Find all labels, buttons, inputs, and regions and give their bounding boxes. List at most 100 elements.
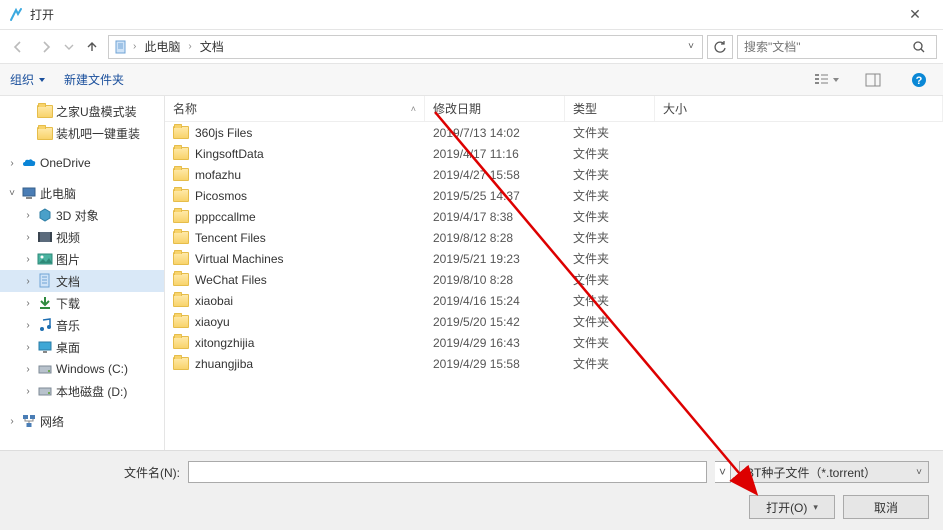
tree-caret-icon[interactable]: › <box>22 386 34 397</box>
sidebar-item[interactable]: › 网络 <box>0 410 164 432</box>
up-button[interactable] <box>80 35 104 59</box>
tree-caret-icon[interactable]: › <box>22 342 34 353</box>
file-row[interactable]: zhuangjiba2019/4/29 15:58文件夹 <box>165 353 943 374</box>
file-type: 文件夹 <box>565 271 655 288</box>
column-name[interactable]: 名称 ˄ <box>165 96 425 121</box>
sidebar-item[interactable]: ˅此电脑 <box>0 182 164 204</box>
sidebar-item[interactable]: 装机吧一键重装 <box>0 122 164 144</box>
search-icon[interactable] <box>912 40 936 54</box>
folder-icon <box>173 147 189 160</box>
file-type: 文件夹 <box>565 313 655 330</box>
new-folder-button[interactable]: 新建文件夹 <box>64 71 124 88</box>
sidebar-item[interactable]: › 音乐 <box>0 314 164 336</box>
tree-caret-icon[interactable]: › <box>22 232 34 243</box>
cancel-button[interactable]: 取消 <box>843 495 929 519</box>
filename-dropdown[interactable]: ˅ <box>715 461 731 483</box>
file-row[interactable]: xiaoyu 2019/5/20 15:42文件夹 <box>165 311 943 332</box>
column-headers: 名称 ˄ 修改日期 类型 大小 <box>165 96 943 122</box>
close-button[interactable]: ✕ <box>895 6 935 23</box>
file-row[interactable]: xiaobai2019/4/16 15:24文件夹 <box>165 290 943 311</box>
file-date: 2019/5/20 15:42 <box>425 315 565 329</box>
breadcrumb[interactable]: › 此电脑 › 文档 ˅ <box>108 35 703 59</box>
sidebar-item[interactable]: › 视频 <box>0 226 164 248</box>
toolbar: 组织 新建文件夹 ? <box>0 64 943 96</box>
sidebar-item[interactable]: ›下载 <box>0 292 164 314</box>
column-date[interactable]: 修改日期 <box>425 96 565 121</box>
help-button[interactable]: ? <box>905 69 933 91</box>
sidebar-item[interactable]: ›文档 <box>0 270 164 292</box>
search-box[interactable] <box>737 35 937 59</box>
folder-icon <box>37 125 53 141</box>
music-icon <box>37 317 53 333</box>
filetype-select[interactable]: BT种子文件（*.torrent） ˅ <box>739 461 929 483</box>
file-row[interactable]: pppccallme2019/4/17 8:38文件夹 <box>165 206 943 227</box>
file-row[interactable]: Virtual Machines2019/5/21 19:23文件夹 <box>165 248 943 269</box>
file-date: 2019/5/25 14:37 <box>425 189 565 203</box>
file-row[interactable]: 360js Files2019/7/13 14:02文件夹 <box>165 122 943 143</box>
sidebar-item-label: 音乐 <box>56 317 164 334</box>
breadcrumb-pc[interactable]: 此电脑 <box>140 38 184 55</box>
forward-button[interactable] <box>34 35 58 59</box>
titlebar: 打开 ✕ <box>0 0 943 30</box>
sidebar-item[interactable]: › 3D 对象 <box>0 204 164 226</box>
file-row[interactable]: Tencent Files2019/8/12 8:28文件夹 <box>165 227 943 248</box>
sidebar[interactable]: 之家U盘模式装装机吧一键重装›OneDrive˅此电脑›3D 对象›视频›图片›… <box>0 96 165 450</box>
column-size[interactable]: 大小 <box>655 96 943 121</box>
sidebar-item[interactable]: 之家U盘模式装 <box>0 100 164 122</box>
file-row[interactable]: xitongzhijia2019/4/29 16:43文件夹 <box>165 332 943 353</box>
file-name: xiaoyu <box>195 315 230 329</box>
tree-caret-icon[interactable]: › <box>22 276 34 287</box>
tree-caret-icon[interactable]: ˅ <box>6 188 18 199</box>
network-icon <box>21 413 37 429</box>
sidebar-item[interactable]: ›OneDrive <box>0 152 164 174</box>
refresh-button[interactable] <box>707 35 733 59</box>
navbar: › 此电脑 › 文档 ˅ <box>0 30 943 64</box>
tree-caret-icon[interactable]: › <box>22 364 34 375</box>
file-name: Virtual Machines <box>195 252 284 266</box>
sidebar-item-label: 图片 <box>56 251 164 268</box>
folder-icon <box>37 103 53 119</box>
svg-text:?: ? <box>916 75 923 87</box>
folder-icon <box>173 357 189 370</box>
file-name: Tencent Files <box>195 231 266 245</box>
search-input[interactable] <box>738 40 912 54</box>
file-row[interactable]: mofazhu2019/4/27 15:58文件夹 <box>165 164 943 185</box>
tree-caret-icon[interactable]: › <box>22 210 34 221</box>
file-list: 名称 ˄ 修改日期 类型 大小 360js Files2019/7/13 14:… <box>165 96 943 450</box>
sidebar-item[interactable]: ›桌面 <box>0 336 164 358</box>
filename-input[interactable] <box>188 461 707 483</box>
preview-pane-button[interactable] <box>859 69 887 91</box>
view-options-button[interactable] <box>813 69 841 91</box>
tree-caret-icon[interactable]: › <box>22 254 34 265</box>
folder-icon <box>173 189 189 202</box>
file-name: pppccallme <box>195 210 256 224</box>
organize-button[interactable]: 组织 <box>10 71 46 88</box>
tree-caret-icon[interactable]: › <box>6 158 18 169</box>
sidebar-item[interactable]: ›Windows (C:) <box>0 358 164 380</box>
tree-caret-icon[interactable]: › <box>22 298 34 309</box>
recent-dropdown[interactable] <box>62 35 76 59</box>
sidebar-item-label: 视频 <box>56 229 164 246</box>
chevron-down-icon: ˅ <box>916 467 922 478</box>
file-date: 2019/8/10 8:28 <box>425 273 565 287</box>
sidebar-item[interactable]: ›本地磁盘 (D:) <box>0 380 164 402</box>
sidebar-item-label: 3D 对象 <box>56 207 164 224</box>
file-type: 文件夹 <box>565 166 655 183</box>
tree-caret-icon[interactable]: › <box>22 320 34 331</box>
file-type: 文件夹 <box>565 355 655 372</box>
breadcrumb-dropdown[interactable]: ˅ <box>684 41 698 52</box>
file-type: 文件夹 <box>565 250 655 267</box>
tree-caret-icon[interactable]: › <box>6 416 18 427</box>
folder-icon <box>173 315 189 328</box>
back-button[interactable] <box>6 35 30 59</box>
file-row[interactable]: WeChat Files2019/8/10 8:28文件夹 <box>165 269 943 290</box>
open-button[interactable]: 打开(O) ▾ <box>749 495 835 519</box>
folder-icon <box>173 294 189 307</box>
column-type[interactable]: 类型 <box>565 96 655 121</box>
3d-icon <box>37 207 53 223</box>
breadcrumb-documents[interactable]: 文档 <box>196 38 228 55</box>
file-row[interactable]: Picosmos2019/5/25 14:37文件夹 <box>165 185 943 206</box>
file-row[interactable]: KingsoftData2019/4/17 11:16文件夹 <box>165 143 943 164</box>
sidebar-item[interactable]: › 图片 <box>0 248 164 270</box>
sidebar-item-label: 网络 <box>40 413 164 430</box>
